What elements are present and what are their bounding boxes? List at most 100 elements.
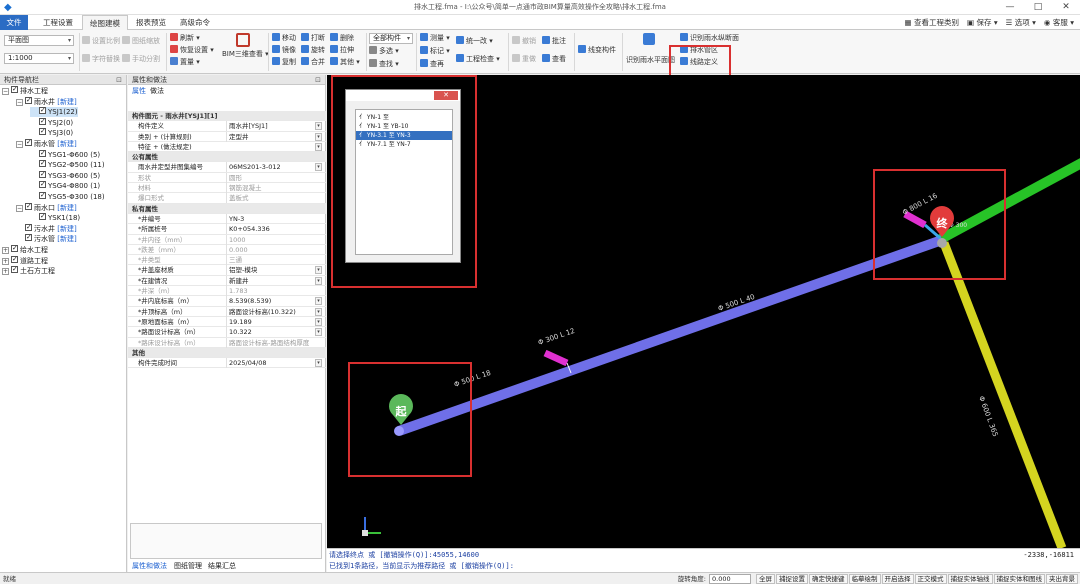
property-row[interactable]: 类别 + (计算规则) 定型井 ▾ [128,131,326,142]
refresh-button[interactable]: 刷新 ▾ [170,33,200,43]
visibility-checkbox[interactable] [39,179,46,189]
property-value[interactable]: 路面设计标高-路面结构厚度 [226,337,322,348]
property-value[interactable]: 0.000 [226,244,322,255]
status-toggle-button[interactable]: 捕捉实体轴线 [947,574,993,584]
property-value[interactable]: 06MS201-3-012 [226,162,322,173]
new-component-link[interactable]: [新建] [55,204,76,212]
property-value[interactable]: 10.322 [226,327,322,338]
status-toggle-button[interactable]: 捕捉实体和图线 [993,574,1045,584]
collapse-icon[interactable]: − [16,141,23,148]
tab-project-settings[interactable]: 工程设置 [36,15,80,30]
dropdown-arrow-icon[interactable]: ▾ [315,132,322,141]
property-row[interactable]: *井盖座材质 铝塑-模块 ▾ [128,265,326,276]
dropdown-arrow-icon[interactable]: ▾ [315,122,322,131]
move-button[interactable]: 移动 [272,33,296,43]
property-value[interactable]: 铝塑-模块 [226,265,322,276]
dropdown-arrow-icon[interactable]: ▾ [315,359,322,368]
copy-button[interactable]: 复制 [272,57,296,67]
other-button[interactable]: 其他 ▾ [330,57,360,67]
property-value[interactable]: 圆形 [226,172,322,183]
close-window-button[interactable]: ✕ [1052,0,1080,15]
tab-properties-methods[interactable]: 属性和做法 [132,561,167,571]
tab-methods[interactable]: 做法 [150,86,164,96]
dropdown-arrow-icon[interactable]: ▾ [315,297,322,306]
view-project-category-button[interactable]: ▦ 查看工程类别 [905,15,959,30]
pin-icon[interactable]: ⊡ [116,75,122,85]
visibility-checkbox[interactable] [39,126,46,136]
rotate-button[interactable]: 旋转 [301,45,325,55]
property-row[interactable]: 材料 钢筋混凝土 [128,183,326,194]
support-button[interactable]: ◉ 客服 ▾ [1044,15,1074,30]
status-toggle-button[interactable]: 开启选择 [881,574,914,584]
expand-icon[interactable]: + [2,268,9,276]
tree-node[interactable]: YSJ1(22) [30,105,78,118]
pin-icon[interactable]: ⊡ [315,75,321,85]
new-component-link[interactable]: [新建] [55,140,76,148]
property-value[interactable]: 1.783 [226,286,322,297]
property-row[interactable]: 构件完成时间 2025/04/08 ▾ [128,358,326,369]
visibility-checkbox[interactable] [25,137,32,147]
restore-settings-button[interactable]: 恢复设置 ▾ [170,45,214,55]
measure-button[interactable]: 测量 ▾ [420,33,450,43]
dropdown-arrow-icon[interactable]: ▾ [315,142,322,151]
property-value[interactable]: YN-3 [226,213,322,224]
multi-select-button[interactable]: 多选 ▾ [369,46,399,56]
drawing-zoom-button[interactable]: 图纸缩放 [122,36,160,46]
status-toggle-button[interactable]: 正交模式 [914,574,947,584]
find-button[interactable]: 查找 ▾ [369,59,399,69]
collapse-icon[interactable]: − [16,204,23,212]
status-toggle-button[interactable]: 全屏 [756,574,775,584]
stretch-button[interactable]: 拉伸 [330,45,354,55]
tree-node[interactable]: −雨水井 [新建] [16,95,77,107]
property-row[interactable]: 雨水井定型井图集编号 06MS201-3-012 ▾ [128,162,326,173]
pipe-branch-1[interactable] [543,349,569,367]
save-button[interactable]: ▣ 保存 ▾ [967,15,998,30]
recognize-plan-button[interactable]: 识别雨水平面图 [626,33,675,65]
dropdown-arrow-icon[interactable]: ▾ [315,163,322,172]
property-row[interactable]: *路床设计标高（m） 路面设计标高-路面结构厚度 [128,337,326,348]
visibility-checkbox[interactable] [39,169,46,179]
char-replace-button[interactable]: 字符替换 [82,54,120,64]
property-value[interactable]: 19.189 [226,316,322,327]
tree-node[interactable]: + 土石方工程 [2,264,55,276]
tree-node[interactable]: −雨水管 [新建] [16,137,77,149]
mark-button[interactable]: 标记 ▾ [420,46,450,56]
visibility-checkbox[interactable] [25,232,32,242]
property-value[interactable]: 定型井 [226,131,322,142]
property-row[interactable]: 形状 圆形 [128,172,326,184]
undo-button[interactable]: 撤销 [512,36,536,46]
collapse-icon[interactable]: − [16,98,23,106]
property-row[interactable]: *井顶标高（m） 路面设计标高(10.322) ▾ [128,306,326,317]
visibility-checkbox[interactable] [25,222,32,232]
tree-node[interactable]: −雨水口 [新建] [16,201,77,213]
tree-node[interactable]: 污水管 [新建] [16,232,77,244]
visibility-checkbox[interactable] [39,158,46,168]
property-row[interactable]: *井类型 三通 [128,255,326,266]
property-value[interactable]: 8.539(8.539) [226,296,322,307]
property-row[interactable]: *在建情况 新建井 ▾ [128,275,326,287]
status-toggle-button[interactable]: 夹出背景 [1046,574,1078,584]
dropdown-arrow-icon[interactable]: ▾ [315,328,322,337]
project-check-button[interactable]: 工程检查 ▾ [456,54,500,64]
visibility-checkbox[interactable] [39,105,46,115]
set-quantity-button[interactable]: 置量 ▾ [170,57,200,67]
visibility-checkbox[interactable] [39,148,46,158]
property-row[interactable]: *井内径（mm） 1000 [128,234,326,245]
recognize-profile-button[interactable]: 识别雨水纵断面 [680,33,739,43]
tab-advanced-commands[interactable]: 高级命令 [174,15,216,30]
property-value[interactable]: 新建井 [226,275,322,286]
visibility-checkbox[interactable] [11,264,18,274]
dropdown-arrow-icon[interactable]: ▾ [315,307,322,316]
property-row[interactable]: 特征 + (做法规定) ▾ [128,142,326,153]
set-scale-button[interactable]: 设置比例 [82,36,120,46]
pipe-yellow[interactable] [939,241,1067,548]
property-row[interactable]: 构件定义 雨水井[YSJ1] ▾ [128,121,326,132]
visibility-checkbox[interactable] [39,190,46,200]
dropdown-arrow-icon[interactable]: ▾ [315,276,322,285]
options-button[interactable]: ☰ 选项 ▾ [1006,15,1036,30]
mirror-button[interactable]: 镜像 [272,45,296,55]
property-value[interactable]: 雨水井[YSJ1] [226,121,322,132]
visibility-checkbox[interactable] [25,95,32,105]
property-row[interactable]: *井编号 YN-3 [128,213,326,225]
property-value[interactable]: 盖板式 [226,193,322,204]
